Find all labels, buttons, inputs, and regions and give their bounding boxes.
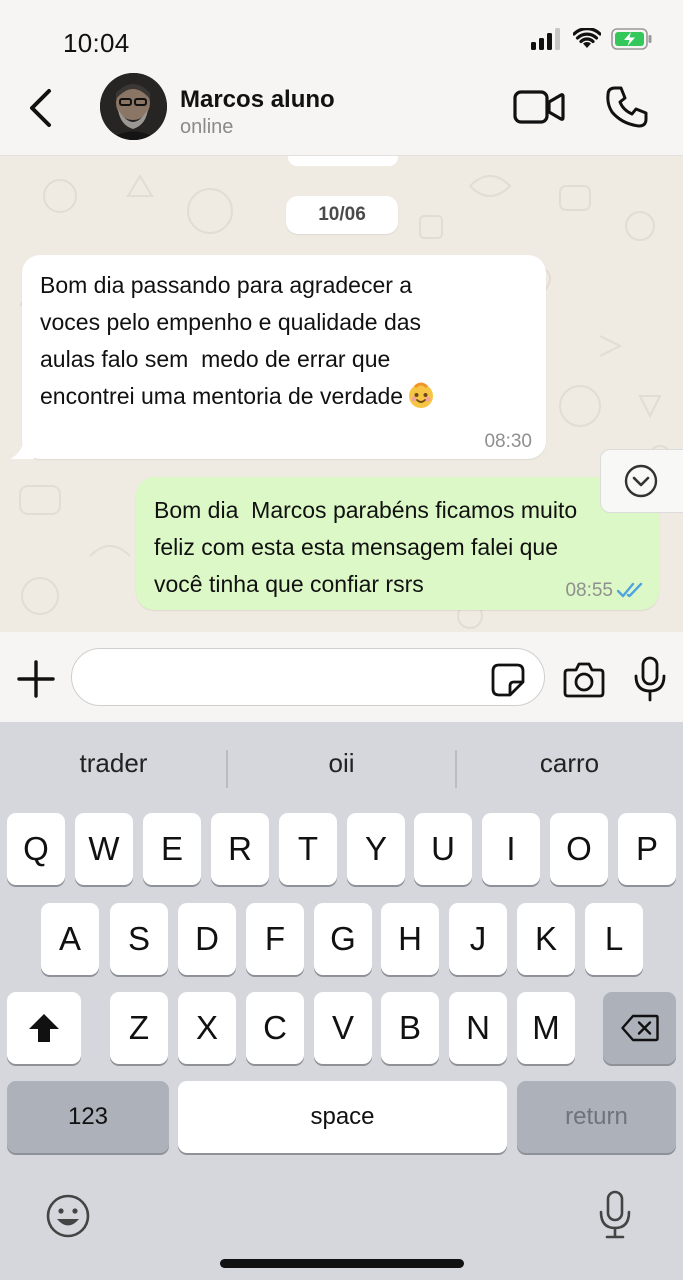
plus-icon	[17, 660, 55, 698]
key-c[interactable]: C	[246, 992, 304, 1064]
key-q[interactable]: Q	[7, 813, 65, 885]
signal-icon	[531, 28, 560, 50]
smiling-face-emoji	[409, 382, 434, 408]
dictation-button[interactable]	[598, 1190, 632, 1240]
read-receipt-icon	[617, 582, 643, 598]
key-e[interactable]: E	[143, 813, 201, 885]
key-a[interactable]: A	[41, 903, 99, 975]
camera-icon	[563, 662, 605, 698]
message-time: 08:30	[484, 431, 532, 452]
keyboard: trader oii carro Q W E R T Y U I O P A S…	[0, 722, 683, 1280]
suggestion-1[interactable]: trader	[0, 748, 227, 779]
incoming-message[interactable]: Bom dia passando para agradecer a voces …	[10, 255, 546, 459]
return-key[interactable]: return	[517, 1081, 676, 1153]
phone-icon	[606, 86, 648, 128]
key-n[interactable]: N	[449, 992, 507, 1064]
status-icons	[531, 28, 653, 50]
avatar[interactable]	[100, 73, 167, 140]
key-x[interactable]: X	[178, 992, 236, 1064]
key-m[interactable]: M	[517, 992, 575, 1064]
key-r[interactable]: R	[211, 813, 269, 885]
key-v[interactable]: V	[314, 992, 372, 1064]
space-key[interactable]: space	[178, 1081, 507, 1153]
avatar-photo	[100, 73, 167, 140]
home-indicator	[220, 1259, 464, 1268]
back-icon	[30, 89, 51, 127]
key-t[interactable]: T	[279, 813, 337, 885]
key-p[interactable]: P	[618, 813, 676, 885]
date-chip: 10/06	[286, 196, 398, 234]
key-o[interactable]: O	[550, 813, 608, 885]
scroll-to-bottom-button[interactable]	[600, 449, 683, 513]
emoji-keyboard-button[interactable]	[44, 1192, 92, 1240]
voice-call-button[interactable]	[604, 84, 650, 130]
key-k[interactable]: K	[517, 903, 575, 975]
bubble-tail	[10, 439, 34, 459]
suggestion-2[interactable]: oii	[228, 748, 455, 779]
key-y[interactable]: Y	[347, 813, 405, 885]
key-d[interactable]: D	[178, 903, 236, 975]
status-bar: 10:04	[0, 0, 683, 70]
video-call-button[interactable]	[512, 87, 566, 127]
battery-charging-icon	[611, 28, 652, 50]
key-g[interactable]: G	[314, 903, 372, 975]
message-input[interactable]	[71, 648, 545, 706]
sticker-button[interactable]	[490, 662, 526, 698]
message-time: 08:55	[565, 580, 613, 601]
key-f[interactable]: F	[246, 903, 304, 975]
numbers-key[interactable]: 123	[7, 1081, 169, 1153]
video-call-icon	[513, 90, 565, 124]
key-i[interactable]: I	[482, 813, 540, 885]
key-h[interactable]: H	[381, 903, 439, 975]
contact-name[interactable]: Marcos aluno	[180, 86, 335, 114]
voice-message-button[interactable]	[632, 656, 668, 702]
sticker-icon	[491, 663, 525, 697]
chat-header: Marcos aluno online	[0, 70, 683, 156]
backspace-key[interactable]	[603, 992, 676, 1064]
shift-key[interactable]	[7, 992, 81, 1064]
status-time: 10:04	[63, 28, 130, 58]
key-w[interactable]: W	[75, 813, 133, 885]
previous-message-stub	[288, 156, 398, 166]
key-j[interactable]: J	[449, 903, 507, 975]
key-s[interactable]: S	[110, 903, 168, 975]
back-button[interactable]	[20, 84, 60, 132]
mic-icon	[634, 656, 666, 702]
key-u[interactable]: U	[414, 813, 472, 885]
message-text-content: Bom dia passando para agradecer a voces …	[40, 272, 422, 409]
chevron-down-icon	[624, 464, 658, 498]
key-l[interactable]: L	[585, 903, 643, 975]
wifi-icon	[573, 28, 601, 48]
attach-button[interactable]	[16, 659, 56, 699]
key-z[interactable]: Z	[110, 992, 168, 1064]
key-b[interactable]: B	[381, 992, 439, 1064]
shift-icon	[29, 1014, 59, 1042]
dictation-icon	[599, 1190, 631, 1239]
suggestion-3[interactable]: carro	[456, 748, 683, 779]
camera-button[interactable]	[562, 660, 606, 700]
message-text: Bom dia passando para agradecer a voces …	[40, 267, 540, 415]
emoji-icon	[46, 1194, 90, 1238]
chat-area[interactable]: 10/06 Bom dia passando para agradecer a …	[0, 156, 683, 632]
outgoing-message[interactable]: Bom dia Marcos parabéns ficamos muito fe…	[136, 477, 659, 610]
composer	[0, 632, 683, 722]
backspace-icon	[620, 1014, 659, 1042]
contact-status: online	[180, 116, 234, 138]
suggestion-bar: trader oii carro	[0, 722, 683, 814]
